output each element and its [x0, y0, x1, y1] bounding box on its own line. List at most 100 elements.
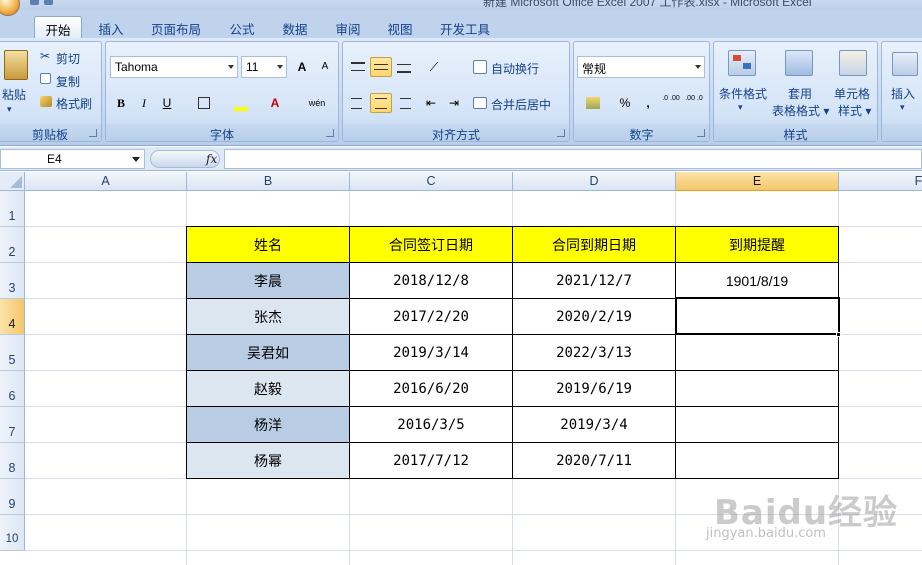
font-name-combo[interactable]: Tahoma — [110, 56, 238, 78]
table-header-cell[interactable]: 合同到期日期 — [513, 227, 676, 263]
active-cell-outline[interactable] — [675, 297, 840, 335]
expiry-date-cell[interactable]: 2019/6/19 — [513, 371, 676, 407]
name-cell[interactable]: 吴君如 — [187, 335, 350, 371]
row-header-10[interactable]: 10 — [0, 515, 25, 551]
table-header-cell[interactable]: 到期提醒 — [676, 227, 839, 263]
comma-style-button[interactable]: , — [637, 93, 659, 113]
sign-date-cell[interactable]: 2017/2/20 — [350, 299, 513, 335]
increase-decimal-button[interactable]: .0 .00 — [660, 93, 682, 113]
column-header-c[interactable]: C — [350, 172, 513, 191]
align-top-button[interactable] — [347, 57, 369, 77]
expiry-date-cell[interactable]: 2020/2/19 — [513, 299, 676, 335]
alignment-launcher-icon[interactable] — [557, 129, 565, 137]
italic-button[interactable]: I — [133, 93, 155, 113]
tab-home[interactable]: 开始 — [34, 16, 82, 38]
row-header-6[interactable]: 6 — [0, 371, 25, 407]
align-middle-button[interactable] — [370, 57, 392, 77]
merge-center-button[interactable]: 合并后居中 — [491, 96, 551, 113]
cut-button[interactable]: 剪切 — [56, 50, 80, 67]
name-cell[interactable]: 张杰 — [187, 299, 350, 335]
grow-font-button[interactable]: A — [291, 57, 313, 77]
reminder-cell[interactable] — [676, 407, 839, 443]
column-header-b[interactable]: B — [187, 172, 350, 191]
tab-developer[interactable]: 开发工具 — [432, 16, 498, 38]
sign-date-cell[interactable]: 2016/3/5 — [350, 407, 513, 443]
sign-date-cell[interactable]: 2016/6/20 — [350, 371, 513, 407]
column-header-d[interactable]: D — [513, 172, 676, 191]
orientation-button[interactable]: ⟋ — [420, 57, 448, 77]
insert-cells-button[interactable]: 插入 — [891, 85, 915, 102]
name-cell[interactable]: 杨洋 — [187, 407, 350, 443]
decrease-decimal-button[interactable]: .00 .0 — [683, 93, 705, 113]
formula-input[interactable] — [224, 149, 922, 169]
reminder-cell[interactable] — [676, 335, 839, 371]
font-size-combo[interactable]: 11 — [241, 56, 287, 78]
tab-formulas[interactable]: 公式 — [219, 16, 265, 38]
row-header-2[interactable]: 2 — [0, 227, 25, 263]
align-right-button[interactable] — [393, 93, 415, 113]
format-painter-button[interactable]: 格式刷 — [56, 95, 92, 112]
column-header-a[interactable]: A — [25, 172, 187, 191]
font-launcher-icon[interactable] — [326, 129, 334, 137]
row-header-1[interactable]: 1 — [0, 191, 25, 227]
tab-view[interactable]: 视图 — [377, 16, 423, 38]
row-header-7[interactable]: 7 — [0, 407, 25, 443]
format-as-table-label[interactable]: 套用 — [788, 85, 812, 102]
sign-date-cell[interactable]: 2019/3/14 — [350, 335, 513, 371]
font-color-button[interactable]: A — [264, 93, 286, 113]
percent-style-button[interactable]: % — [614, 93, 636, 113]
row-header-3[interactable]: 3 — [0, 263, 25, 299]
accounting-format-button[interactable] — [578, 93, 608, 113]
chevron-down-icon[interactable] — [132, 157, 140, 162]
align-bottom-button[interactable] — [393, 57, 415, 77]
shrink-font-button[interactable]: A — [314, 57, 336, 77]
expiry-date-cell[interactable]: 2021/12/7 — [513, 263, 676, 299]
sign-date-cell[interactable]: 2018/12/8 — [350, 263, 513, 299]
bold-button[interactable]: B — [110, 93, 132, 113]
increase-indent-button[interactable]: ⇥ — [443, 93, 465, 113]
reminder-cell[interactable] — [676, 443, 839, 479]
table-header-cell[interactable]: 姓名 — [187, 227, 350, 263]
tab-data[interactable]: 数据 — [272, 16, 318, 38]
cell-styles-label[interactable]: 单元格 — [834, 85, 870, 102]
copy-button[interactable]: 复制 — [56, 73, 80, 90]
number-launcher-icon[interactable] — [697, 129, 705, 137]
name-cell[interactable]: 杨幂 — [187, 443, 350, 479]
clipboard-launcher-icon[interactable] — [89, 129, 97, 137]
fill-color-button[interactable] — [230, 93, 252, 113]
column-header-f[interactable]: F — [839, 172, 922, 191]
fill-handle[interactable] — [836, 332, 841, 337]
tab-review[interactable]: 审阅 — [325, 16, 371, 38]
wrap-text-button[interactable]: 自动换行 — [491, 60, 539, 77]
row-header-5[interactable]: 5 — [0, 335, 25, 371]
paste-button[interactable]: 粘贴 — [2, 86, 26, 103]
align-left-button[interactable] — [347, 93, 369, 113]
name-cell[interactable]: 赵毅 — [187, 371, 350, 407]
conditional-formatting-button[interactable]: 条件格式 — [719, 85, 767, 102]
format-as-table-button[interactable]: 表格格式 ▾ — [772, 102, 829, 119]
expiry-date-cell[interactable]: 2020/7/11 — [513, 443, 676, 479]
undo-icon[interactable] — [44, 0, 53, 5]
phonetic-button[interactable]: wén — [302, 93, 332, 113]
cell-styles-button[interactable]: 样式 ▾ — [838, 102, 871, 119]
expiry-date-cell[interactable]: 2022/3/13 — [513, 335, 676, 371]
tab-insert[interactable]: 插入 — [88, 16, 134, 38]
reminder-cell[interactable] — [676, 371, 839, 407]
borders-button[interactable] — [193, 93, 215, 113]
align-center-button[interactable] — [370, 93, 392, 113]
paste-icon[interactable] — [4, 50, 28, 80]
reminder-cell[interactable]: 1901/8/19 — [676, 263, 839, 299]
column-header-e[interactable]: E — [676, 172, 839, 191]
expiry-date-cell[interactable]: 2019/3/4 — [513, 407, 676, 443]
tab-page-layout[interactable]: 页面布局 — [142, 16, 210, 38]
row-header-4[interactable]: 4 — [0, 299, 25, 335]
decrease-indent-button[interactable]: ⇤ — [420, 93, 442, 113]
row-header-8[interactable]: 8 — [0, 443, 25, 479]
underline-button[interactable]: U — [156, 93, 178, 113]
insert-function-icon[interactable]: fx — [206, 152, 217, 166]
number-format-combo[interactable]: 常规 — [577, 56, 705, 78]
name-cell[interactable]: 李晨 — [187, 263, 350, 299]
row-header-9[interactable]: 9 — [0, 479, 25, 515]
name-box[interactable]: E4 — [0, 149, 145, 169]
save-icon[interactable] — [30, 0, 39, 5]
